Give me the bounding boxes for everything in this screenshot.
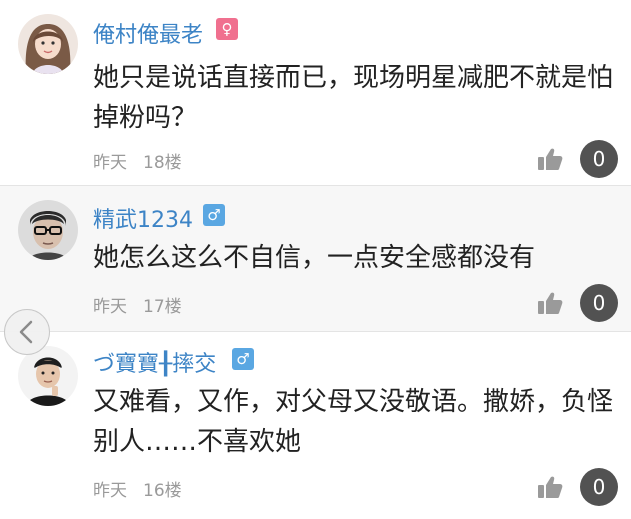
comment-item: 精武1234 ♂ 她怎么这么不自信，一点安全感都没有 昨天 17楼 0 [0,186,631,332]
comment-floor: 18楼 [143,153,182,173]
comment-text: 她怎么这么不自信，一点安全感都没有 [93,243,536,273]
avatar[interactable] [18,200,78,260]
comment-meta: 昨天 18楼 [93,148,182,173]
comment-floor: 17楼 [143,297,182,317]
comment-text: 又难看，又作，对父母又没敬语。撒娇，负怪别人……不喜欢她 [93,387,614,457]
comment-time: 昨天 [93,153,127,173]
comment-time: 昨天 [93,481,127,501]
like-count[interactable]: 0 [580,140,618,178]
comment-time: 昨天 [93,297,127,317]
female-icon: ♀ [216,18,238,40]
comment-meta: 昨天 16楼 [93,476,182,501]
comment-text: 她只是说话直接而已，现场明星减肥不就是怕掉粉吗？ [93,63,614,133]
username[interactable]: づ寶寶╂摔交 [93,346,216,378]
thumbs-up-icon[interactable] [537,147,563,171]
comment-meta: 昨天 17楼 [93,292,182,317]
male-icon: ♂ [232,348,254,370]
back-button[interactable] [4,309,50,355]
male-icon: ♂ [203,204,225,226]
username[interactable]: 俺村俺最老 [93,17,203,49]
chevron-left-icon [19,320,33,344]
thumbs-up-icon[interactable] [537,291,563,315]
like-count[interactable]: 0 [580,284,618,322]
avatar[interactable] [18,14,78,74]
like-count[interactable]: 0 [580,468,618,506]
thumbs-up-icon[interactable] [537,475,563,499]
comment-item: づ寶寶╂摔交 ♂ 又难看，又作，对父母又没敬语。撒娇，负怪别人……不喜欢她 昨天… [0,332,631,519]
comment-floor: 16楼 [143,481,182,501]
username[interactable]: 精武1234 [93,202,193,234]
comment-item: 俺村俺最老 ♀ 她只是说话直接而已，现场明星减肥不就是怕掉粉吗？ 昨天 18楼 0 [0,0,631,186]
